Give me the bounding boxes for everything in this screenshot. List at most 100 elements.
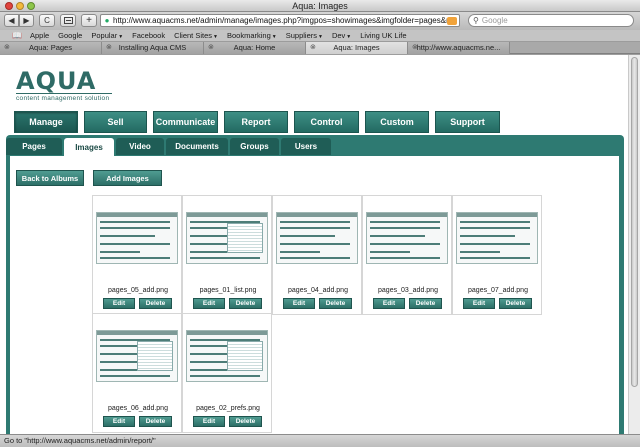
browser-tab-label: Installing Aqua CMS xyxy=(118,43,187,52)
close-tab-icon[interactable]: ⊗ xyxy=(310,42,316,54)
edit-image-button[interactable]: Edit xyxy=(283,298,315,309)
address-bar[interactable]: ● http://www.aquacms.net/admin/manage/im… xyxy=(100,14,460,27)
bookmark-item[interactable]: Client Sites▼ xyxy=(174,31,218,40)
browser-tab[interactable]: ⊗ Aqua: Images xyxy=(306,42,408,54)
image-thumbnail[interactable] xyxy=(186,212,268,264)
back-button[interactable]: ◀ xyxy=(4,14,19,27)
edit-image-button[interactable]: Edit xyxy=(463,298,495,309)
chevron-down-icon: ▼ xyxy=(213,34,218,40)
main-nav-report[interactable]: Report xyxy=(224,111,288,133)
search-placeholder: Google xyxy=(481,16,508,25)
bookmark-item[interactable]: Apple xyxy=(30,31,49,40)
bookmarks-book-icon[interactable]: 📖 xyxy=(12,31,22,40)
edit-image-button[interactable]: Edit xyxy=(103,298,135,309)
image-thumbnail[interactable] xyxy=(276,212,358,264)
bookmark-item[interactable]: Popular▼ xyxy=(91,31,123,40)
logo-rule xyxy=(16,93,112,94)
main-nav-manage[interactable]: Manage xyxy=(14,111,78,133)
image-thumbnail[interactable] xyxy=(456,212,538,264)
add-images-button[interactable]: Add Images xyxy=(93,170,162,186)
delete-image-button[interactable]: Delete xyxy=(139,298,172,309)
scrollbar-thumb[interactable] xyxy=(631,57,638,387)
image-thumbnail[interactable] xyxy=(96,212,178,264)
delete-image-button[interactable]: Delete xyxy=(139,416,172,427)
tab-users[interactable]: Users xyxy=(281,138,331,155)
vertical-scrollbar[interactable] xyxy=(628,55,640,434)
edit-image-button[interactable]: Edit xyxy=(373,298,405,309)
bookmark-item[interactable]: Living UK Life xyxy=(360,31,406,40)
bookmark-item[interactable]: Dev▼ xyxy=(332,31,351,40)
add-bookmark-button[interactable]: + xyxy=(81,14,97,27)
image-filename: pages_04_add.png xyxy=(288,287,348,294)
tab-groups[interactable]: Groups xyxy=(230,138,279,155)
rss-icon[interactable] xyxy=(447,16,457,25)
main-nav-sell[interactable]: Sell xyxy=(84,111,147,133)
image-card: pages_03_add.png Edit Delete xyxy=(362,195,452,315)
main-nav-control[interactable]: Control xyxy=(294,111,359,133)
reload-icon: C xyxy=(44,16,50,25)
image-filename: pages_05_add.png xyxy=(108,287,168,294)
main-nav-support[interactable]: Support xyxy=(435,111,500,133)
delete-image-button[interactable]: Delete xyxy=(229,298,262,309)
bookmark-item[interactable]: Suppliers▼ xyxy=(286,31,323,40)
browser-tab-label: Aqua: Pages xyxy=(29,43,72,52)
browser-tab-label: http://www.aquacms.ne... xyxy=(416,43,501,52)
logo-word: AQUA xyxy=(16,67,97,95)
browser-tab[interactable]: ⊗ http://www.aquacms.ne... xyxy=(408,42,510,54)
browser-tab-label: Aqua: Home xyxy=(233,43,276,52)
search-field[interactable]: ⚲ Google xyxy=(468,14,634,27)
snapback-icon xyxy=(63,17,73,24)
aqua-logo[interactable]: AQUA content management solution xyxy=(14,65,124,105)
image-filename: pages_02_prefs.png xyxy=(196,405,260,412)
image-card: pages_06_add.png Edit Delete xyxy=(92,313,182,433)
edit-image-button[interactable]: Edit xyxy=(193,298,225,309)
main-nav-custom[interactable]: Custom xyxy=(365,111,429,133)
delete-image-button[interactable]: Delete xyxy=(499,298,532,309)
main-navigation: Manage Sell Communicate Report Control Custom… xyxy=(14,111,506,133)
address-url: http://www.aquacms.net/admin/manage/imag… xyxy=(113,16,447,25)
tab-documents[interactable]: Documents xyxy=(166,138,228,155)
image-card: pages_02_prefs.png Edit Delete xyxy=(182,313,272,433)
page-viewport: AQUA content management solution Manage S… xyxy=(0,55,628,434)
tab-video[interactable]: Video xyxy=(116,138,164,155)
image-thumbnail[interactable] xyxy=(186,330,268,382)
bookmark-item[interactable]: Google xyxy=(58,31,82,40)
browser-tab[interactable]: ⊗ Aqua: Pages xyxy=(0,42,102,54)
browser-tab[interactable]: ⊗ Installing Aqua CMS xyxy=(102,42,204,54)
close-tab-icon[interactable]: ⊗ xyxy=(412,42,418,54)
image-card: pages_01_list.png Edit Delete xyxy=(182,195,272,315)
bookmark-label: Popular xyxy=(91,31,118,40)
reload-button[interactable]: C xyxy=(39,14,55,27)
image-thumbnail[interactable] xyxy=(366,212,448,264)
window-titlebar: Aqua: Images xyxy=(0,0,640,12)
close-tab-icon[interactable]: ⊗ xyxy=(106,42,112,54)
image-filename: pages_07_add.png xyxy=(468,287,528,294)
snapback-button[interactable] xyxy=(60,14,76,27)
tab-pages[interactable]: Pages xyxy=(6,138,62,155)
close-tab-icon[interactable]: ⊗ xyxy=(208,42,214,54)
chevron-down-icon: ▼ xyxy=(346,34,352,40)
tab-images[interactable]: Images xyxy=(64,138,114,156)
main-nav-communicate[interactable]: Communicate xyxy=(153,111,218,133)
browser-tab[interactable]: ⊗ Aqua: Home xyxy=(204,42,306,54)
edit-image-button[interactable]: Edit xyxy=(193,416,225,427)
bookmark-item[interactable]: Facebook xyxy=(132,31,165,40)
delete-image-button[interactable]: Delete xyxy=(409,298,442,309)
close-tab-icon[interactable]: ⊗ xyxy=(4,42,10,54)
chevron-down-icon: ▼ xyxy=(271,34,277,40)
bookmark-item[interactable]: Bookmarking▼ xyxy=(227,31,277,40)
site-icon: ● xyxy=(104,16,110,25)
back-to-albums-button[interactable]: Back to Albums xyxy=(16,170,84,186)
image-filename: pages_03_add.png xyxy=(378,287,438,294)
image-card: pages_07_add.png Edit Delete xyxy=(452,195,542,315)
image-filename: pages_06_add.png xyxy=(108,405,168,412)
bookmarks-bar: 📖 Apple Google Popular▼ Facebook Client Site… xyxy=(0,30,640,42)
forward-button[interactable]: ▶ xyxy=(19,14,34,27)
window-title: Aqua: Images xyxy=(292,1,348,11)
delete-image-button[interactable]: Delete xyxy=(319,298,352,309)
image-thumbnail[interactable] xyxy=(96,330,178,382)
logo-tagline: content management solution xyxy=(16,95,110,102)
edit-image-button[interactable]: Edit xyxy=(103,416,135,427)
bookmark-label: Google xyxy=(58,31,83,40)
delete-image-button[interactable]: Delete xyxy=(229,416,262,427)
